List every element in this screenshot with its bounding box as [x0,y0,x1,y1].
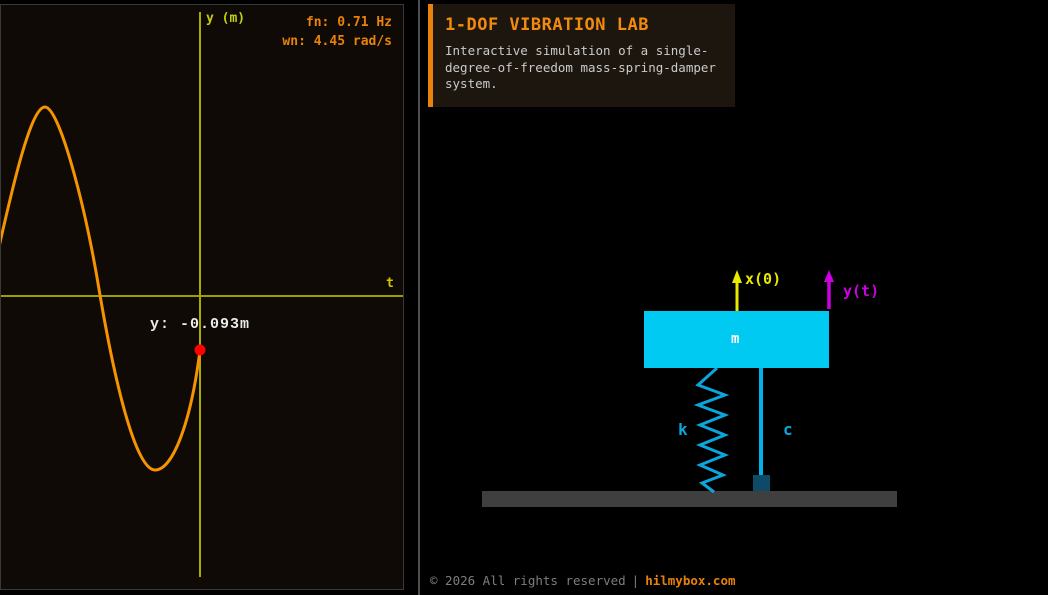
footer-separator: | [632,573,640,588]
response-label: y(t) [843,282,879,300]
mass-label: m [731,331,739,347]
mass-spring-damper-diagram [420,250,1048,520]
site-link[interactable]: hilmybox.com [645,573,735,588]
angular-frequency-readout: wn: 4.45 rad/s [282,32,392,51]
initial-displacement-label: x(0) [745,270,781,288]
spring-stiffness-label: k [678,420,688,439]
marker-value-readout: y: -0.093m [150,316,250,333]
current-value-marker-dot [195,345,206,356]
time-axis-label: t [386,276,394,291]
response-plot-canvas [1,5,403,589]
response-plot-panel: y (m) fn: 0.71 Hz wn: 4.45 rad/s t y: -0… [0,4,404,590]
damper-block [753,475,770,491]
damping-coefficient-label: c [783,420,793,439]
copyright-text: © 2026 All rights reserved [430,573,626,588]
y-axis-label: y (m) [206,11,245,26]
response-arrow [824,270,834,309]
footer: © 2026 All rights reserved | hilmybox.com [430,573,736,588]
ground-bar [482,491,897,507]
spring-element [698,368,725,492]
info-card: 1-DOF VIBRATION LAB Interactive simulati… [428,4,735,107]
frequency-readouts: fn: 0.71 Hz wn: 4.45 rad/s [282,13,392,51]
page-description: Interactive simulation of a single-degre… [445,43,725,93]
vibration-lab-app: y (m) fn: 0.71 Hz wn: 4.45 rad/s t y: -0… [0,0,1048,595]
displacement-curve [1,107,200,470]
initial-displacement-arrow [732,270,742,311]
page-title: 1-DOF VIBRATION LAB [445,15,725,35]
natural-frequency-readout: fn: 0.71 Hz [282,13,392,32]
